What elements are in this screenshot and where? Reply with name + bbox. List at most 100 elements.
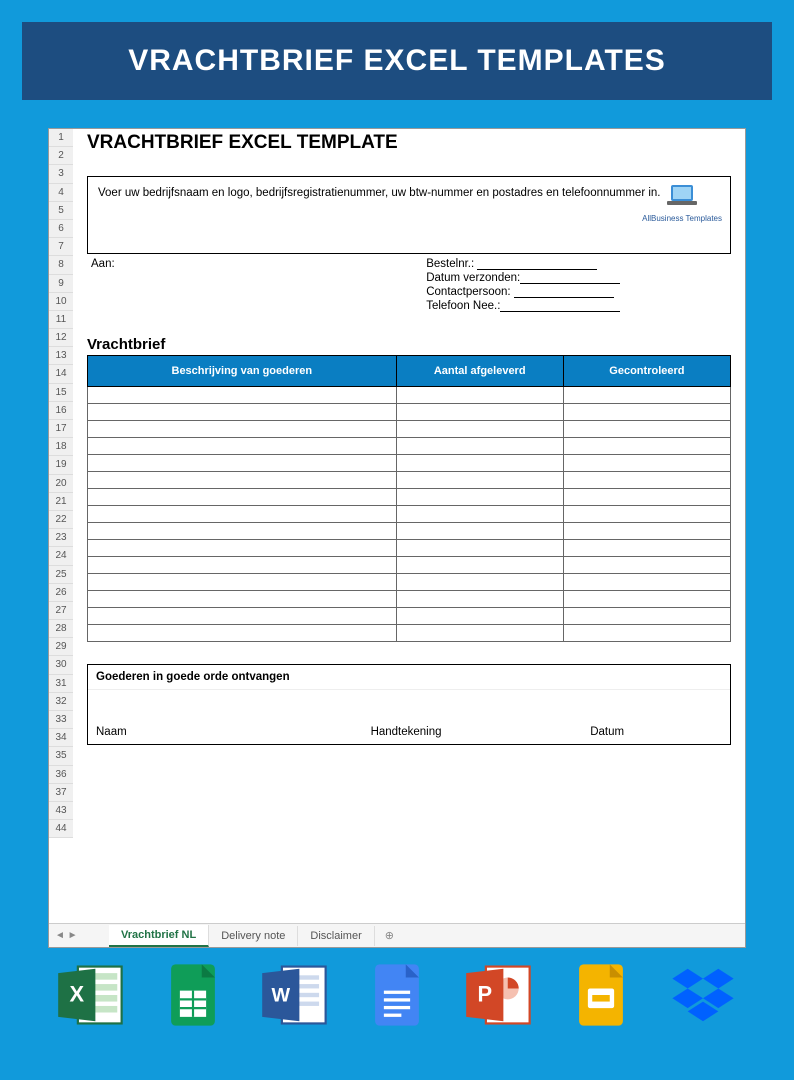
tab-vrachtbrief-nl[interactable]: Vrachtbrief NL	[109, 925, 209, 947]
row-number: 9	[49, 275, 73, 293]
header-fields: Aan: Bestelnr.: Datum verzonden: Contact…	[87, 258, 731, 314]
page-title-banner: VRACHTBRIEF EXCEL TEMPLATES	[22, 22, 772, 100]
row-number: 14	[49, 365, 73, 383]
row-number: 24	[49, 547, 73, 565]
row-number: 16	[49, 402, 73, 420]
table-row	[88, 591, 731, 608]
table-row	[88, 540, 731, 557]
sheet-tabs-bar: ◄ ► Vrachtbrief NL Delivery note Disclai…	[49, 923, 745, 947]
bestelnr-field	[477, 258, 597, 270]
tab-nav-arrows[interactable]: ◄ ►	[55, 930, 78, 941]
datum-verzonden-label: Datum verzonden:	[426, 272, 520, 284]
receipt-title: Goederen in goede orde ontvangen	[88, 665, 730, 690]
row-number: 5	[49, 202, 73, 220]
add-sheet-button[interactable]: ⊕	[375, 929, 404, 942]
row-number: 17	[49, 420, 73, 438]
row-number: 18	[49, 438, 73, 456]
svg-text:W: W	[271, 985, 290, 1007]
company-info-box: Voer uw bedrijfsnaam en logo, bedrijfsre…	[87, 176, 731, 254]
docs-icon[interactable]	[362, 960, 432, 1030]
row-number: 13	[49, 347, 73, 365]
word-icon[interactable]: W	[260, 960, 330, 1030]
row-number: 3	[49, 165, 73, 183]
document-title: VRACHTBRIEF EXCEL TEMPLATE	[87, 129, 731, 154]
row-number: 4	[49, 184, 73, 202]
row-number: 34	[49, 729, 73, 747]
contactpersoon-label: Contactpersoon:	[426, 286, 510, 298]
row-number: 7	[49, 238, 73, 256]
row-number: 21	[49, 493, 73, 511]
excel-icon[interactable]: X	[56, 960, 126, 1030]
row-number: 15	[49, 384, 73, 402]
info-text: Voer uw bedrijfsnaam en logo, bedrijfsre…	[98, 187, 661, 199]
row-number: 35	[49, 747, 73, 765]
powerpoint-icon[interactable]: P	[464, 960, 534, 1030]
svg-text:X: X	[69, 982, 84, 1007]
bestelnr-label: Bestelnr.:	[426, 258, 474, 270]
row-number: 12	[49, 329, 73, 347]
table-row	[88, 455, 731, 472]
col-beschrijving: Beschrijving van goederen	[88, 356, 397, 387]
receipt-naam-label: Naam	[96, 726, 371, 738]
telefoon-label: Telefoon Nee.:	[426, 300, 500, 312]
row-number: 32	[49, 693, 73, 711]
format-icons-bar: X W P	[0, 948, 794, 1030]
allbusiness-logo: AllBusiness Templates	[642, 183, 722, 225]
contactpersoon-field	[514, 286, 614, 298]
table-row	[88, 574, 731, 591]
row-number: 25	[49, 566, 73, 584]
table-row	[88, 421, 731, 438]
datum-verzonden-field	[520, 272, 620, 284]
table-row	[88, 608, 731, 625]
row-number: 29	[49, 638, 73, 656]
table-row	[88, 523, 731, 540]
row-number: 37	[49, 784, 73, 802]
row-number: 30	[49, 656, 73, 674]
receipt-handtekening-label: Handtekening	[371, 726, 591, 738]
row-number: 33	[49, 711, 73, 729]
goods-table: Beschrijving van goederen Aantal afgelev…	[87, 355, 731, 642]
tab-delivery-note[interactable]: Delivery note	[209, 926, 298, 946]
table-row	[88, 472, 731, 489]
row-number: 36	[49, 766, 73, 784]
excel-preview: 1234567891011121314151617181920212223242…	[48, 128, 746, 948]
vrachtbrief-section-title: Vrachtbrief	[87, 336, 731, 353]
table-row	[88, 625, 731, 642]
table-row	[88, 438, 731, 455]
row-number: 11	[49, 311, 73, 329]
row-number: 20	[49, 475, 73, 493]
row-number: 22	[49, 511, 73, 529]
col-aantal: Aantal afgeleverd	[396, 356, 563, 387]
table-row	[88, 506, 731, 523]
row-number: 27	[49, 602, 73, 620]
row-number: 8	[49, 256, 73, 274]
slides-icon[interactable]	[566, 960, 636, 1030]
logo-label: AllBusiness Templates	[642, 214, 722, 223]
sheets-icon[interactable]	[158, 960, 228, 1030]
dropbox-icon[interactable]	[668, 960, 738, 1030]
row-number: 2	[49, 147, 73, 165]
row-number: 31	[49, 675, 73, 693]
aan-label: Aan:	[91, 258, 115, 270]
row-number: 1	[49, 129, 73, 147]
row-number: 19	[49, 456, 73, 474]
spreadsheet-content: VRACHTBRIEF EXCEL TEMPLATE Voer uw bedri…	[73, 129, 745, 745]
table-row	[88, 489, 731, 506]
row-number: 6	[49, 220, 73, 238]
table-row	[88, 557, 731, 574]
row-number: 10	[49, 293, 73, 311]
table-row	[88, 404, 731, 421]
row-number: 28	[49, 620, 73, 638]
laptop-icon	[665, 183, 699, 211]
row-number-gutter: 1234567891011121314151617181920212223242…	[49, 129, 73, 838]
row-number: 23	[49, 529, 73, 547]
receipt-box: Goederen in goede orde ontvangen Naam Ha…	[87, 664, 731, 745]
receipt-datum-label: Datum	[590, 726, 722, 738]
telefoon-field	[500, 300, 620, 312]
tab-disclaimer[interactable]: Disclaimer	[298, 926, 374, 946]
col-gecontroleerd: Gecontroleerd	[563, 356, 730, 387]
row-number: 26	[49, 584, 73, 602]
table-row	[88, 387, 731, 404]
svg-text:P: P	[477, 982, 492, 1007]
row-number: 44	[49, 820, 73, 838]
